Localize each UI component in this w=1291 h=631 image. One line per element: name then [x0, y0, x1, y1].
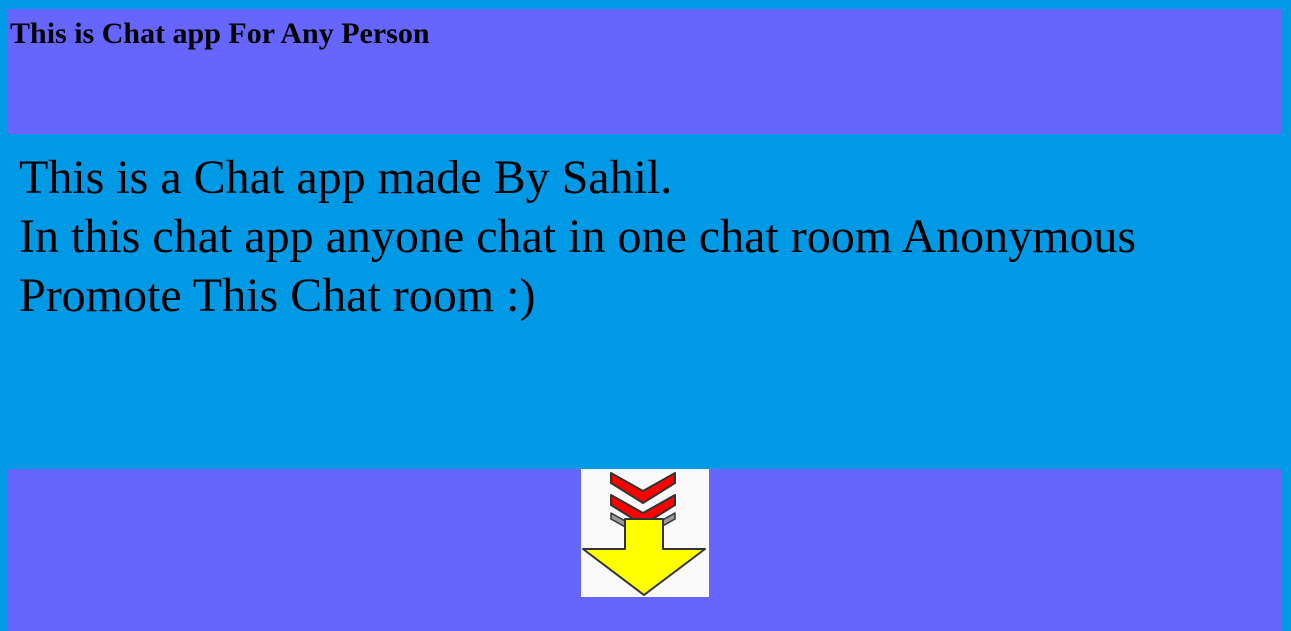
intro-text: This is a Chat app made By Sahil. In thi… [19, 148, 1269, 325]
footer-panel [8, 469, 1282, 631]
down-arrow-icon [582, 472, 706, 596]
page: This is Chat app For Any Person This is … [0, 0, 1291, 631]
scroll-down-button[interactable] [581, 469, 709, 597]
intro-line-3: Promote This Chat room :) [19, 269, 536, 322]
page-title: This is Chat app For Any Person [10, 17, 430, 50]
intro-line-1: This is a Chat app made By Sahil. [19, 151, 673, 204]
intro-line-2: In this chat app anyone chat in one chat… [19, 210, 1137, 263]
header-panel: This is Chat app For Any Person [8, 9, 1282, 134]
